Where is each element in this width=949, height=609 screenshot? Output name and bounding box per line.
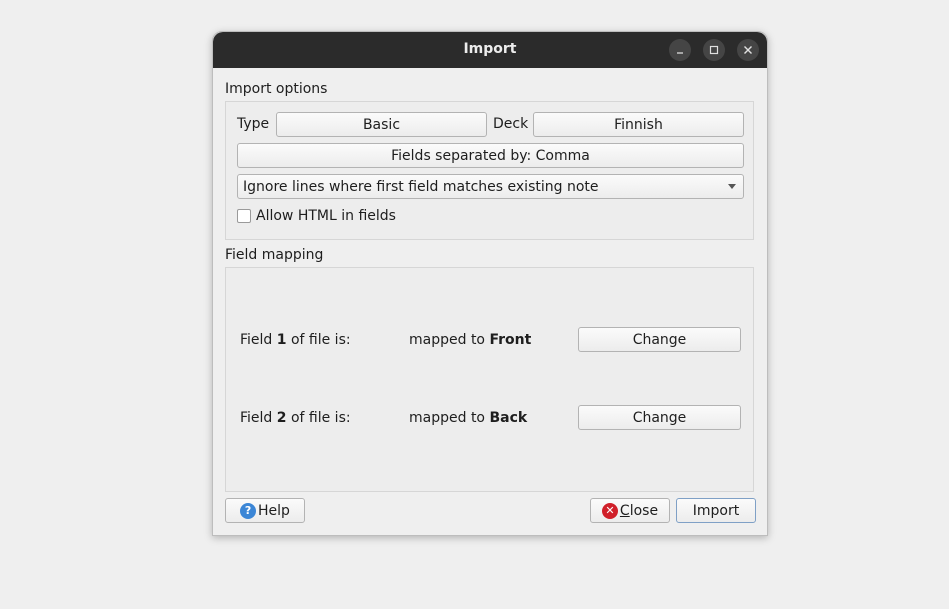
change-field-1-button[interactable]: Change: [578, 327, 741, 352]
maximize-button[interactable]: [703, 39, 725, 61]
field-1-mapping: mapped to Front: [409, 332, 532, 348]
title-bar[interactable]: Import: [213, 32, 767, 68]
field-mapping-label: Field mapping: [225, 247, 324, 263]
close-icon: [744, 46, 752, 54]
chevron-down-icon: [728, 184, 736, 189]
allow-html-checkbox[interactable]: [237, 209, 251, 223]
duplicate-mode-value: Ignore lines where first field matches e…: [243, 178, 599, 195]
change-field-2-button[interactable]: Change: [578, 405, 741, 430]
field-separator-button[interactable]: Fields separated by: Comma: [237, 143, 744, 168]
field-mapping-group: [225, 267, 754, 492]
field-1-label: Field 1 of file is:: [240, 332, 351, 348]
deck-button[interactable]: Finnish: [533, 112, 744, 137]
import-dialog: Import Import options Type Basic Deck Fi…: [212, 31, 768, 536]
field-2-label: Field 2 of file is:: [240, 410, 351, 426]
close-button[interactable]: ✕ Close: [590, 498, 670, 523]
close-window-button[interactable]: [737, 39, 759, 61]
import-button[interactable]: Import: [676, 498, 756, 523]
maximize-icon: [709, 45, 719, 55]
help-button-label: Help: [258, 502, 290, 519]
allow-html-label[interactable]: Allow HTML in fields: [256, 208, 396, 224]
type-label: Type: [237, 116, 270, 132]
help-icon: ?: [240, 502, 257, 519]
close-button-label: Close: [619, 502, 659, 519]
minimize-button[interactable]: [669, 39, 691, 61]
import-options-label: Import options: [225, 81, 328, 97]
field-2-mapping: mapped to Back: [409, 410, 528, 426]
minimize-icon: [677, 52, 683, 54]
close-icon: ✕: [601, 502, 618, 519]
help-button[interactable]: ? Help: [225, 498, 305, 523]
type-button[interactable]: Basic: [276, 112, 487, 137]
deck-label: Deck: [493, 116, 529, 132]
duplicate-mode-select[interactable]: Ignore lines where first field matches e…: [237, 174, 744, 199]
